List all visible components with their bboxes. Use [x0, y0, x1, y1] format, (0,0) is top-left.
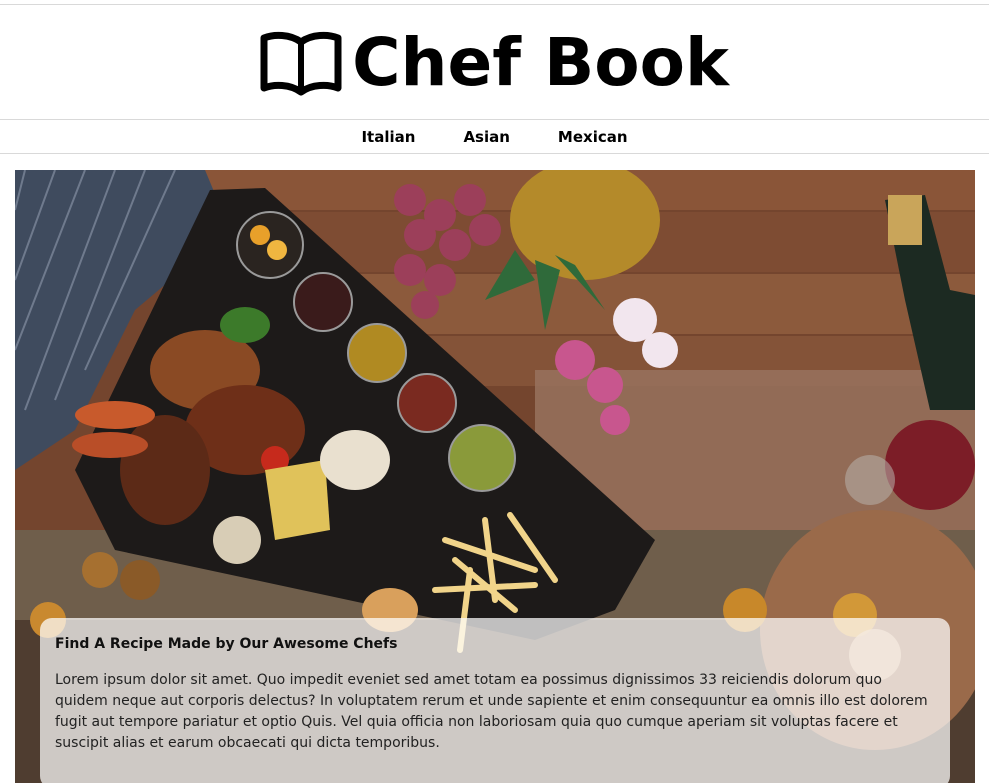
open-book-icon — [260, 31, 342, 95]
hero-caption-card: Find A Recipe Made by Our Awesome Chefs … — [40, 618, 950, 783]
nav-item-italian[interactable]: Italian — [361, 128, 415, 146]
caption-text: Lorem ipsum dolor sit amet. Quo impedit … — [55, 672, 928, 751]
main-nav: Italian Asian Mexican — [0, 119, 989, 154]
hero-banner: Find A Recipe Made by Our Awesome Chefs … — [15, 170, 975, 783]
site-header: Chef Book — [0, 5, 989, 118]
brand[interactable]: Chef Book — [260, 23, 729, 101]
nav-item-mexican[interactable]: Mexican — [558, 128, 628, 146]
nav-item-asian[interactable]: Asian — [463, 128, 509, 146]
caption-title: Find A Recipe Made by Our Awesome Chefs — [55, 636, 398, 652]
site-title: Chef Book — [352, 23, 729, 101]
